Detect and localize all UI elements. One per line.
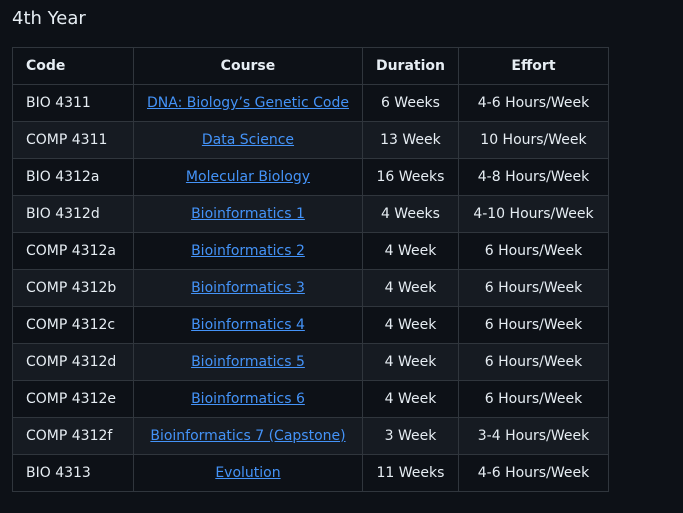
cell-effort: 6 Hours/Week	[457, 269, 609, 307]
cell-course: Data Science	[133, 121, 363, 159]
cell-course: Bioinformatics 3	[133, 269, 363, 307]
course-link[interactable]: Bioinformatics 2	[191, 243, 305, 259]
cell-course: Bioinformatics 4	[133, 306, 363, 344]
cell-course: Bioinformatics 5	[133, 343, 363, 381]
course-link[interactable]: Bioinformatics 4	[191, 317, 305, 333]
cell-duration: 13 Week	[361, 121, 459, 159]
cell-effort: 4-6 Hours/Week	[457, 84, 609, 122]
cell-code: COMP 4312a	[12, 232, 134, 270]
cell-effort: 6 Hours/Week	[457, 306, 609, 344]
table-row: BIO 4313 Evolution 11 Weeks 4-6 Hours/Week	[12, 454, 609, 492]
cell-course: Molecular Biology	[133, 158, 363, 196]
course-link[interactable]: Bioinformatics 1	[191, 206, 305, 222]
table-row: BIO 4312d Bioinformatics 1 4 Weeks 4-10 Hou…	[12, 195, 609, 233]
course-link[interactable]: Bioinformatics 5	[191, 354, 305, 370]
cell-duration: 6 Weeks	[361, 84, 459, 122]
course-link[interactable]: Data Science	[202, 132, 294, 148]
cell-effort: 4-6 Hours/Week	[457, 454, 609, 492]
cell-duration: 3 Week	[361, 417, 459, 455]
section-heading: 4th Year	[12, 8, 86, 29]
cell-duration: 4 Week	[361, 232, 459, 270]
column-header-code: Code	[12, 47, 134, 85]
course-link[interactable]: DNA: Biology’s Genetic Code	[147, 95, 349, 111]
table-row: BIO 4312a Molecular Biology 16 Weeks 4-8 Ho…	[12, 158, 609, 196]
cell-code: COMP 4312b	[12, 269, 134, 307]
cell-duration: 4 Week	[361, 269, 459, 307]
cell-course: Bioinformatics 7 (Capstone)	[133, 417, 363, 455]
cell-duration: 11 Weeks	[361, 454, 459, 492]
table-row: BIO 4311 DNA: Biology’s Genetic Code 6 Wee…	[12, 84, 609, 122]
cell-duration: 4 Week	[361, 306, 459, 344]
cell-code: COMP 4312f	[12, 417, 134, 455]
column-header-duration: Duration	[361, 47, 459, 85]
cell-effort: 6 Hours/Week	[457, 232, 609, 270]
cell-code: COMP 4312d	[12, 343, 134, 381]
course-link[interactable]: Bioinformatics 3	[191, 280, 305, 296]
cell-effort: 4-10 Hours/Week	[457, 195, 609, 233]
cell-code: BIO 4312a	[12, 158, 134, 196]
cell-effort: 10 Hours/Week	[457, 121, 609, 159]
cell-code: BIO 4313	[12, 454, 134, 492]
course-table: Code Course Duration Effort BIO 4311 DNA:…	[12, 47, 609, 492]
table-row: COMP 4312a Bioinformatics 2 4 Week 6 Hours/…	[12, 232, 609, 270]
table-row: COMP 4312e Bioinformatics 6 4 Week 6 Hours/…	[12, 380, 609, 418]
cell-effort: 6 Hours/Week	[457, 380, 609, 418]
table-row: COMP 4311 Data Science 13 Week 10 Hours/Wee…	[12, 121, 609, 159]
cell-code: BIO 4312d	[12, 195, 134, 233]
cell-course: Evolution	[133, 454, 363, 492]
column-header-course: Course	[133, 47, 363, 85]
cell-effort: 4-8 Hours/Week	[457, 158, 609, 196]
cell-code: COMP 4311	[12, 121, 134, 159]
column-header-effort: Effort	[457, 47, 609, 85]
course-link[interactable]: Bioinformatics 6	[191, 391, 305, 407]
cell-code: COMP 4312e	[12, 380, 134, 418]
table-row: COMP 4312f Bioinformatics 7 (Capstone) 3 W…	[12, 417, 609, 455]
cell-course: Bioinformatics 6	[133, 380, 363, 418]
table-row: COMP 4312d Bioinformatics 5 4 Week 6 Hours/…	[12, 343, 609, 381]
cell-course: Bioinformatics 2	[133, 232, 363, 270]
cell-duration: 4 Weeks	[361, 195, 459, 233]
cell-duration: 16 Weeks	[361, 158, 459, 196]
table-row: COMP 4312c Bioinformatics 4 4 Week 6 Hours/…	[12, 306, 609, 344]
cell-course: Bioinformatics 1	[133, 195, 363, 233]
cell-effort: 3-4 Hours/Week	[457, 417, 609, 455]
cell-code: BIO 4311	[12, 84, 134, 122]
course-link[interactable]: Bioinformatics 7 (Capstone)	[150, 428, 345, 444]
cell-code: COMP 4312c	[12, 306, 134, 344]
course-link[interactable]: Molecular Biology	[186, 169, 310, 185]
course-link[interactable]: Evolution	[215, 465, 280, 481]
cell-course: DNA: Biology’s Genetic Code	[133, 84, 363, 122]
cell-duration: 4 Week	[361, 343, 459, 381]
table-row: COMP 4312b Bioinformatics 3 4 Week 6 Hours/…	[12, 269, 609, 307]
table-header-row: Code Course Duration Effort	[12, 47, 609, 85]
cell-effort: 6 Hours/Week	[457, 343, 609, 381]
cell-duration: 4 Week	[361, 380, 459, 418]
